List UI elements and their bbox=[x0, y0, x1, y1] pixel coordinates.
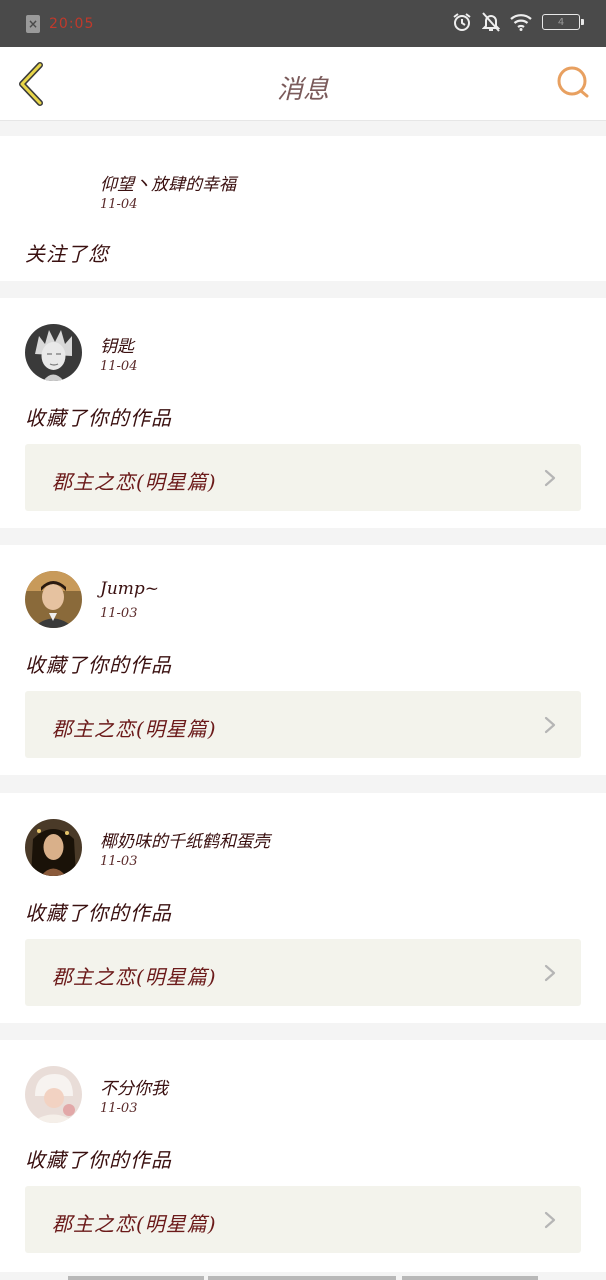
work-link[interactable]: 郡主之恋(明星篇) bbox=[25, 444, 581, 511]
message-date: 11-03 bbox=[100, 606, 138, 621]
alarm-icon bbox=[452, 12, 472, 32]
work-link[interactable]: 郡主之恋(明星篇) bbox=[25, 939, 581, 1006]
username[interactable]: 椰奶味的千纸鹤和蛋壳 bbox=[100, 827, 270, 852]
nav-bar: 消息 bbox=[0, 47, 606, 121]
message-date: 11-04 bbox=[100, 197, 138, 212]
status-bar: × 20:05 4 bbox=[0, 0, 606, 47]
no-sim-icon: × bbox=[26, 14, 40, 33]
message-item[interactable]: 钥匙 11-04 收藏了你的作品 郡主之恋(明星篇) bbox=[0, 298, 606, 528]
message-header: 椰奶味的千纸鹤和蛋壳 11-03 bbox=[25, 817, 585, 876]
username[interactable]: 不分你我 bbox=[100, 1074, 168, 1099]
message-action: 收藏了你的作品 bbox=[25, 406, 172, 430]
message-action: 收藏了你的作品 bbox=[25, 1148, 172, 1172]
message-header: 仰望丶放肆的幸福 11-04 bbox=[25, 160, 585, 218]
chevron-right-icon bbox=[544, 964, 556, 982]
search-icon bbox=[557, 66, 589, 98]
message-item[interactable]: 仰望丶放肆的幸福 11-04 关注了您 bbox=[0, 136, 606, 281]
work-title: 郡主之恋(明星篇) bbox=[52, 717, 217, 741]
search-button[interactable] bbox=[556, 65, 590, 99]
message-date: 11-04 bbox=[100, 359, 138, 374]
indicator-segment bbox=[208, 1276, 396, 1280]
battery-level: 4 bbox=[557, 16, 565, 28]
message-action: 收藏了你的作品 bbox=[25, 901, 172, 925]
indicator-segment bbox=[68, 1276, 204, 1280]
indicator-segment bbox=[402, 1276, 538, 1280]
work-link[interactable]: 郡主之恋(明星篇) bbox=[25, 1186, 581, 1253]
message-header: 钥匙 11-04 bbox=[25, 322, 585, 381]
status-time: 20:05 bbox=[49, 15, 95, 32]
chevron-right-icon bbox=[544, 1211, 556, 1229]
message-header: Jump~ 11-03 bbox=[25, 569, 585, 628]
message-action: 关注了您 bbox=[25, 242, 109, 266]
page-title: 消息 bbox=[276, 75, 329, 105]
avatar[interactable] bbox=[25, 1066, 82, 1123]
message-date: 11-03 bbox=[100, 1101, 138, 1116]
message-item[interactable]: 椰奶味的千纸鹤和蛋壳 11-03 收藏了你的作品 郡主之恋(明星篇) bbox=[0, 793, 606, 1023]
notifications-off-icon bbox=[482, 12, 500, 32]
message-item[interactable]: Jump~ 11-03 收藏了你的作品 郡主之恋(明星篇) bbox=[0, 545, 606, 775]
chevron-right-icon bbox=[544, 469, 556, 487]
work-title: 郡主之恋(明星篇) bbox=[52, 1212, 217, 1236]
avatar[interactable] bbox=[25, 819, 82, 876]
message-date: 11-03 bbox=[100, 854, 138, 869]
bottom-tab-indicator bbox=[0, 1272, 606, 1280]
username[interactable]: 钥匙 bbox=[100, 332, 134, 357]
avatar[interactable] bbox=[25, 571, 82, 628]
work-link[interactable]: 郡主之恋(明星篇) bbox=[25, 691, 581, 758]
work-title: 郡主之恋(明星篇) bbox=[52, 470, 217, 494]
message-action: 收藏了你的作品 bbox=[25, 653, 172, 677]
battery-icon: 4 bbox=[542, 14, 584, 30]
message-header: 不分你我 11-03 bbox=[25, 1064, 585, 1123]
username[interactable]: Jump~ bbox=[100, 579, 159, 599]
avatar[interactable] bbox=[25, 324, 82, 381]
username[interactable]: 仰望丶放肆的幸福 bbox=[100, 170, 236, 195]
work-title: 郡主之恋(明星篇) bbox=[52, 965, 217, 989]
message-item[interactable]: 不分你我 11-03 收藏了你的作品 郡主之恋(明星篇) bbox=[0, 1040, 606, 1272]
wifi-icon bbox=[510, 13, 532, 31]
chevron-right-icon bbox=[544, 716, 556, 734]
